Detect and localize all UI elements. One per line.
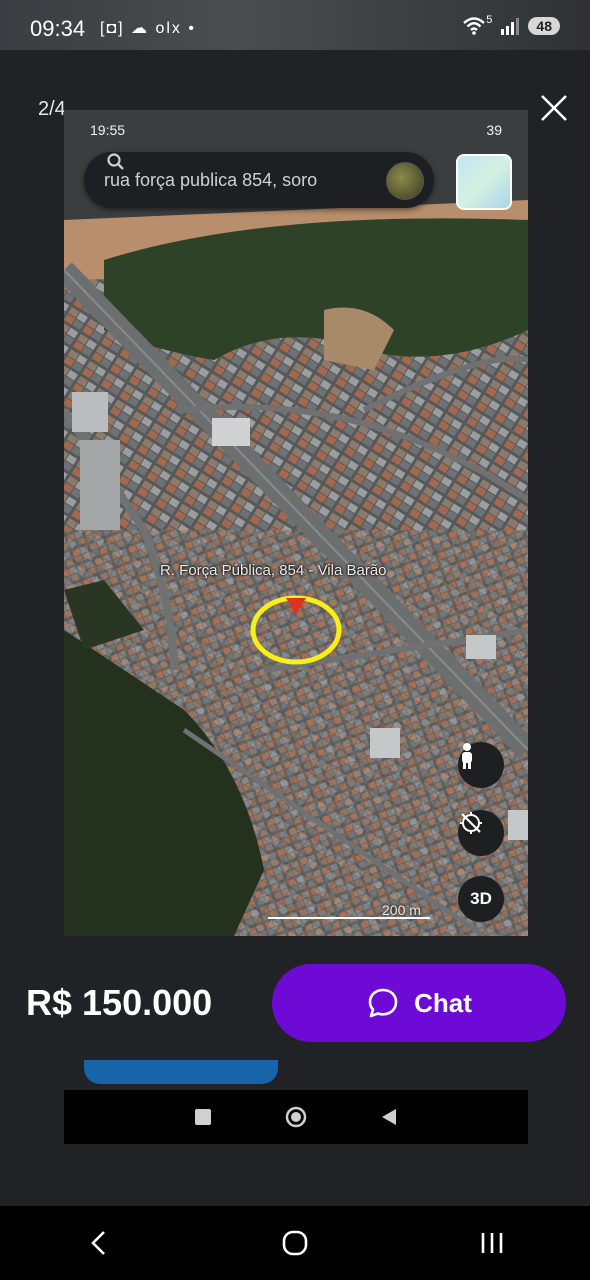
gallery-photo[interactable]: 19:55 39 rua força publica 854, soro R. …: [64, 110, 528, 936]
map-address-label: R. Força Pública, 854 - Vila Barão: [160, 562, 387, 579]
maps-search-text: rua força publica 854, soro: [104, 169, 318, 190]
status-bar: 09:34 [◘] ☁ olx • 5 48: [0, 0, 590, 50]
status-time: 09:34: [30, 16, 86, 41]
chat-bubble-icon: [368, 988, 398, 1018]
image-counter: 2/4: [38, 98, 66, 120]
listing-price: R$ 150.000: [26, 982, 213, 1023]
signal-icon: [501, 18, 520, 35]
search-icon: [107, 153, 124, 170]
compass-icon: [458, 810, 504, 856]
back-icon[interactable]: [68, 1213, 128, 1273]
chat-button-label: Chat: [414, 987, 472, 1018]
3d-button: 3D: [458, 876, 504, 922]
wifi-icon: [463, 17, 486, 35]
close-icon[interactable]: [538, 92, 570, 124]
screenshot-nav-bar: [64, 1090, 528, 1144]
avatar: [386, 162, 424, 200]
triangle-back-icon: [382, 1109, 396, 1125]
battery-level: 48: [528, 17, 560, 35]
notification-icons: [◘] ☁ olx •: [100, 20, 196, 37]
square-icon: [195, 1109, 211, 1125]
bottom-tab-strip: [84, 1060, 278, 1084]
recents-icon[interactable]: [462, 1213, 522, 1273]
screenshot-battery: 39: [486, 122, 502, 138]
system-nav-bar: [0, 1206, 590, 1280]
home-icon[interactable]: [265, 1213, 325, 1273]
pegman-icon: [458, 742, 504, 788]
screenshot-time: 19:55: [90, 122, 126, 138]
map-scale: 200 m: [382, 902, 421, 918]
maps-search-bar: rua força publica 854, soro: [84, 152, 434, 208]
chat-button[interactable]: Chat: [272, 964, 566, 1042]
layers-thumbnail: [456, 154, 512, 210]
status-right: 5 48: [462, 14, 560, 36]
network-type: 5: [486, 14, 493, 26]
circle-icon: [285, 1106, 307, 1128]
